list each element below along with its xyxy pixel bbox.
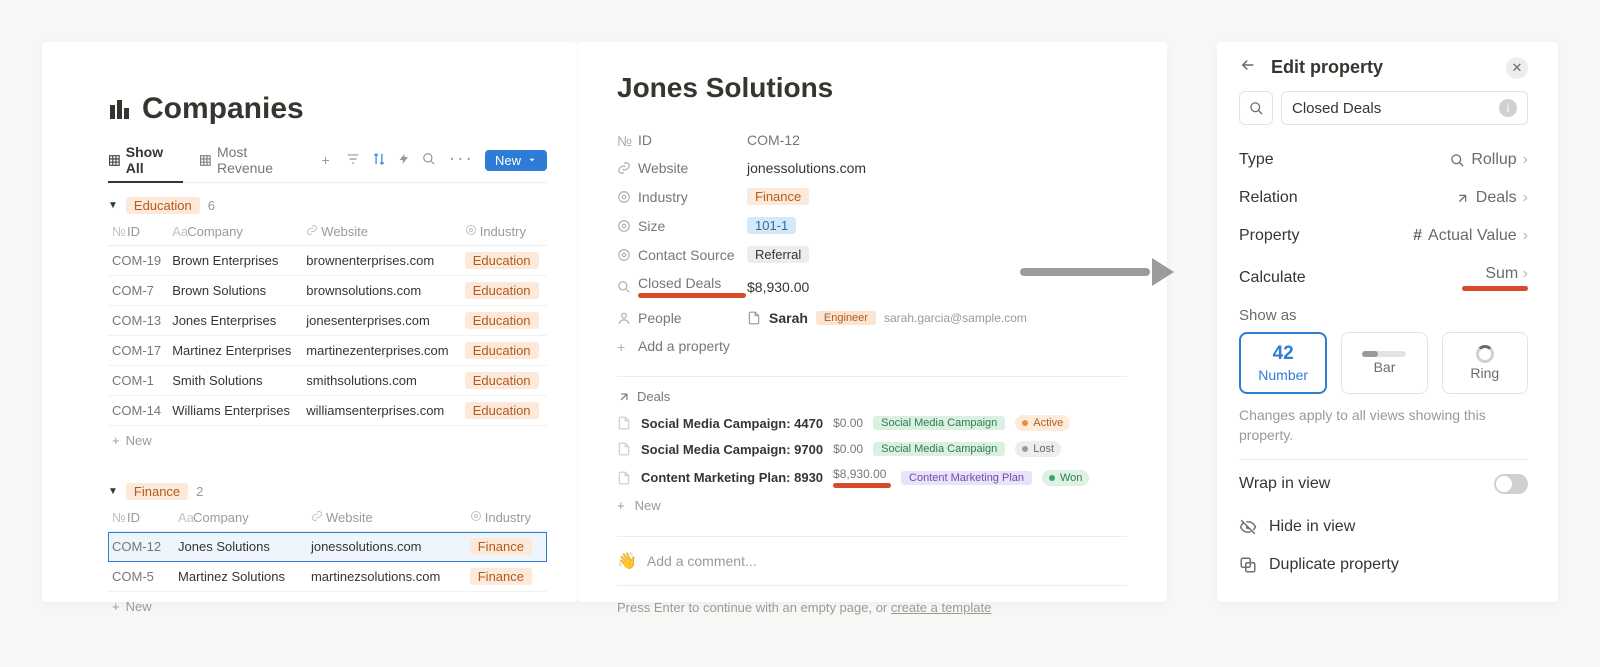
deals-relation-header[interactable]: Deals xyxy=(617,376,1127,404)
prop-value-size[interactable]: 101-1 xyxy=(747,217,796,234)
show-as-note: Changes apply to all views showing this … xyxy=(1239,406,1528,445)
add-row-button[interactable]: + New xyxy=(108,426,547,455)
highlight-underline xyxy=(1462,286,1528,291)
toggle-switch[interactable] xyxy=(1494,474,1528,494)
page-title: Companies xyxy=(142,92,304,126)
sort-icon[interactable] xyxy=(372,152,386,169)
property-name-input[interactable]: Closed Dealsi xyxy=(1281,91,1528,125)
companies-table-finance: №ID AaCompany Website Industry COM-12Jon… xyxy=(108,504,547,592)
table-row[interactable]: COM-7Brown Solutionsbrownsolutions.comEd… xyxy=(108,276,547,306)
prop-value-contact-source[interactable]: Referral xyxy=(747,246,809,263)
wrap-in-view-toggle[interactable]: Wrap in view xyxy=(1239,459,1528,508)
search-icon[interactable] xyxy=(422,152,436,169)
show-as-ring[interactable]: Ring xyxy=(1442,332,1528,394)
group-count: 6 xyxy=(208,198,215,213)
buildings-icon xyxy=(108,97,132,121)
type-row[interactable]: TypeRollup› xyxy=(1239,141,1528,179)
companies-table-education: №ID AaCompany Website Industry COM-19Bro… xyxy=(108,218,547,426)
prop-label-contact-source: Contact Source xyxy=(638,247,735,263)
prop-value-industry[interactable]: Finance xyxy=(747,188,809,205)
col-industry: Industry xyxy=(461,218,547,246)
companies-database-panel: Companies Show All Most Revenue + ··· Ne… xyxy=(42,42,577,602)
annotation-arrow xyxy=(1020,260,1170,284)
prop-value-website[interactable]: jonessolutions.com xyxy=(747,160,866,176)
edit-property-panel: Edit property ✕ Closed Dealsi TypeRollup… xyxy=(1217,42,1558,602)
group-count: 2 xyxy=(196,484,203,499)
add-view-button[interactable]: + xyxy=(322,152,330,168)
show-as-number[interactable]: 42Number xyxy=(1239,332,1327,394)
bar-preview-icon xyxy=(1362,351,1406,357)
rollup-icon xyxy=(1450,153,1465,168)
add-row-button[interactable]: + New xyxy=(108,592,547,621)
property-row[interactable]: Property#Actual Value› xyxy=(1239,217,1528,255)
group-tag: Education xyxy=(126,197,200,214)
group-header-education[interactable]: ▼ Education 6 xyxy=(108,197,547,214)
add-property-button[interactable]: +Add a property xyxy=(617,332,1127,360)
show-as-bar[interactable]: Bar xyxy=(1341,332,1427,394)
hash-icon: # xyxy=(1413,227,1422,245)
calculate-row[interactable]: CalculateSum › xyxy=(1239,255,1528,301)
table-row[interactable]: COM-12Jones Solutionsjonessolutions.comF… xyxy=(108,532,547,562)
show-as-label: Show as xyxy=(1239,307,1528,324)
deal-item[interactable]: Social Media Campaign: 9700$0.00 Social … xyxy=(617,436,1127,462)
chevron-down-icon xyxy=(527,155,537,165)
add-comment-input[interactable]: 👋 Add a comment... xyxy=(617,536,1127,586)
deal-item[interactable]: Social Media Campaign: 4470$0.00 Social … xyxy=(617,410,1127,436)
wave-icon: 👋 xyxy=(617,551,637,571)
more-icon[interactable]: ··· xyxy=(448,152,473,168)
info-icon[interactable]: i xyxy=(1499,99,1517,117)
table-row[interactable]: COM-19Brown Enterprisesbrownenterprises.… xyxy=(108,246,547,276)
group-tag: Finance xyxy=(126,483,188,500)
prop-label-industry: Industry xyxy=(638,189,688,205)
duplicate-icon xyxy=(1239,556,1257,574)
table-row[interactable]: COM-14Williams Enterpriseswilliamsenterp… xyxy=(108,396,547,426)
highlight-underline xyxy=(638,293,746,298)
col-company: AaCompany xyxy=(168,218,302,246)
triangle-down-icon: ▼ xyxy=(108,486,118,497)
prop-label-closed-deals: Closed Deals xyxy=(638,275,746,291)
deal-item[interactable]: Content Marketing Plan: 8930$8,930.00 Co… xyxy=(617,462,1127,493)
relation-icon xyxy=(617,390,631,404)
eye-off-icon xyxy=(1239,518,1257,536)
col-website: Website xyxy=(302,218,460,246)
hide-in-view-button[interactable]: Hide in view xyxy=(1239,508,1528,546)
prop-value-people[interactable]: Sarah Engineer sarah.garcia@sample.com xyxy=(747,310,1027,326)
prop-value-id[interactable]: COM-12 xyxy=(747,132,800,148)
search-button[interactable] xyxy=(1239,91,1273,125)
ring-preview-icon xyxy=(1476,345,1494,363)
prop-label-people: People xyxy=(638,310,682,326)
filter-icon[interactable] xyxy=(346,152,360,169)
record-detail-panel: Jones Solutions №IDCOM-12 Websitejonesso… xyxy=(577,42,1167,602)
back-button[interactable] xyxy=(1239,56,1257,79)
new-button[interactable]: New xyxy=(485,150,547,171)
prop-value-closed-deals[interactable]: $8,930.00 xyxy=(747,279,809,295)
group-header-finance[interactable]: ▼ Finance 2 xyxy=(108,483,547,500)
table-row[interactable]: COM-17Martinez Enterprisesmartinezenterp… xyxy=(108,336,547,366)
prop-label-id: ID xyxy=(638,132,652,148)
relation-icon xyxy=(1455,191,1470,206)
triangle-down-icon: ▼ xyxy=(108,200,118,211)
prop-label-website: Website xyxy=(638,160,688,176)
table-row[interactable]: COM-13Jones Enterprisesjonesenterprises.… xyxy=(108,306,547,336)
relation-row[interactable]: RelationDeals› xyxy=(1239,179,1528,217)
table-row[interactable]: COM-5Martinez Solutionsmartinezsolutions… xyxy=(108,562,547,592)
col-id: №ID xyxy=(108,218,168,246)
create-template-link[interactable]: create a template xyxy=(891,600,991,615)
bolt-icon[interactable] xyxy=(398,152,410,169)
duplicate-property-button[interactable]: Duplicate property xyxy=(1239,546,1528,584)
prop-label-size: Size xyxy=(638,218,665,234)
page-icon xyxy=(747,311,761,325)
template-hint: Press Enter to continue with an empty pa… xyxy=(617,600,1127,615)
table-row[interactable]: COM-1Smith Solutionssmithsolutions.comEd… xyxy=(108,366,547,396)
add-deal-button[interactable]: + New xyxy=(617,493,1127,518)
panel-title: Edit property xyxy=(1271,57,1383,78)
tab-most-revenue[interactable]: Most Revenue xyxy=(199,144,305,176)
record-title[interactable]: Jones Solutions xyxy=(617,72,1127,104)
tab-show-all[interactable]: Show All xyxy=(108,144,183,183)
close-button[interactable]: ✕ xyxy=(1506,57,1528,79)
